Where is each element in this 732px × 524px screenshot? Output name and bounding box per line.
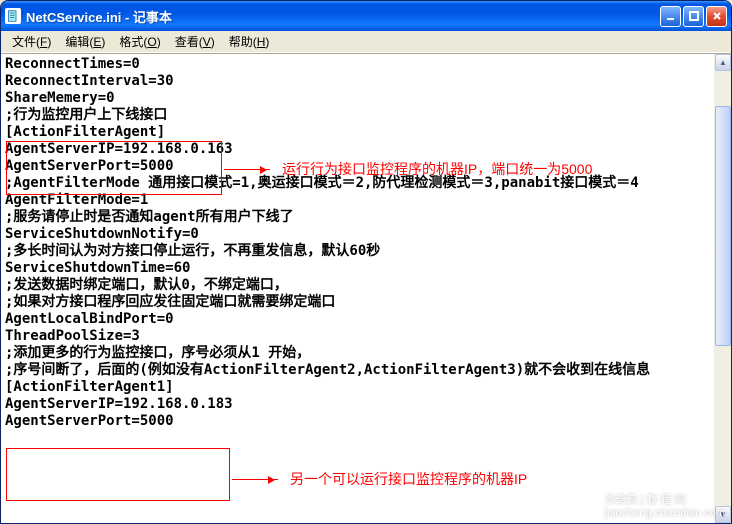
window-title: NetCService.ini - 记事本 (26, 7, 660, 26)
maximize-button[interactable] (683, 6, 704, 27)
content-wrap: ReconnectTimes=0ReconnectInterval=30Shar… (1, 53, 731, 523)
menu-help[interactable]: 帮助(H) (222, 31, 277, 52)
notepad-window: NetCService.ini - 记事本 文件(F) 编辑(E) 格式(O) … (0, 0, 732, 524)
scroll-thumb[interactable] (715, 106, 731, 346)
text-line: [ActionFilterAgent1] (5, 379, 710, 396)
text-line: ;多长时间认为对方接口停止运行，不再重发信息，默认60秒 (5, 243, 710, 260)
text-line: ServiceShutdownNotify=0 (5, 226, 710, 243)
titlebar[interactable]: NetCService.ini - 记事本 (1, 1, 731, 31)
text-line: AgentServerPort=5000 (5, 413, 710, 430)
text-line: AgentLocalBindPort=0 (5, 311, 710, 328)
menu-format[interactable]: 格式(O) (112, 31, 167, 52)
text-line: AgentFilterMode=1 (5, 192, 710, 209)
annotation-text-2: 另一个可以运行接口监控程序的机器IP (290, 471, 527, 488)
text-line: [ActionFilterAgent] (5, 124, 710, 141)
close-button[interactable] (706, 6, 727, 27)
annotation-arrow-2 (232, 479, 278, 480)
menu-view[interactable]: 查看(V) (168, 31, 222, 52)
text-line: ;行为监控用户上下线接口 (5, 107, 710, 124)
text-line: ;如果对方接口程序回应发往固定端口就需要绑定端口 (5, 294, 710, 311)
text-line: ;服务请停止时是否通知agent所有用户下线了 (5, 209, 710, 226)
text-line: ;添加更多的行为监控接口，序号必须从1 开始， (5, 345, 710, 362)
text-line: ServiceShutdownTime=60 (5, 260, 710, 277)
menubar: 文件(F) 编辑(E) 格式(O) 查看(V) 帮助(H) (1, 31, 731, 53)
text-area[interactable]: ReconnectTimes=0ReconnectInterval=30Shar… (1, 54, 714, 523)
text-line: ReconnectTimes=0 (5, 56, 710, 73)
text-line: ReconnectInterval=30 (5, 73, 710, 90)
text-line: AgentServerIP=192.168.0.163 (5, 141, 710, 158)
text-line: AgentServerIP=192.168.0.183 (5, 396, 710, 413)
scroll-track[interactable] (715, 71, 731, 506)
text-line: ShareMemery=0 (5, 90, 710, 107)
menu-file[interactable]: 文件(F) (5, 31, 58, 52)
scroll-up-button[interactable]: ▲ (715, 54, 731, 71)
text-line: ThreadPoolSize=3 (5, 328, 710, 345)
annotation-text-1: 运行行为接口监控程序的机器IP，端口统一为5000 (282, 161, 592, 178)
annotation-arrow-1 (224, 169, 270, 170)
watermark: 杰奇典 | 教 程 网 jiaocheng.chazidian.com (605, 491, 725, 519)
vertical-scrollbar[interactable]: ▲ ▼ (714, 54, 731, 523)
minimize-button[interactable] (660, 6, 681, 27)
window-controls (660, 6, 727, 27)
app-icon (5, 8, 21, 24)
text-line: ;序号间断了，后面的(例如没有ActionFilterAgent2,Action… (5, 362, 710, 379)
text-line: ;发送数据时绑定端口，默认0，不绑定端口， (5, 277, 710, 294)
menu-edit[interactable]: 编辑(E) (58, 31, 112, 52)
